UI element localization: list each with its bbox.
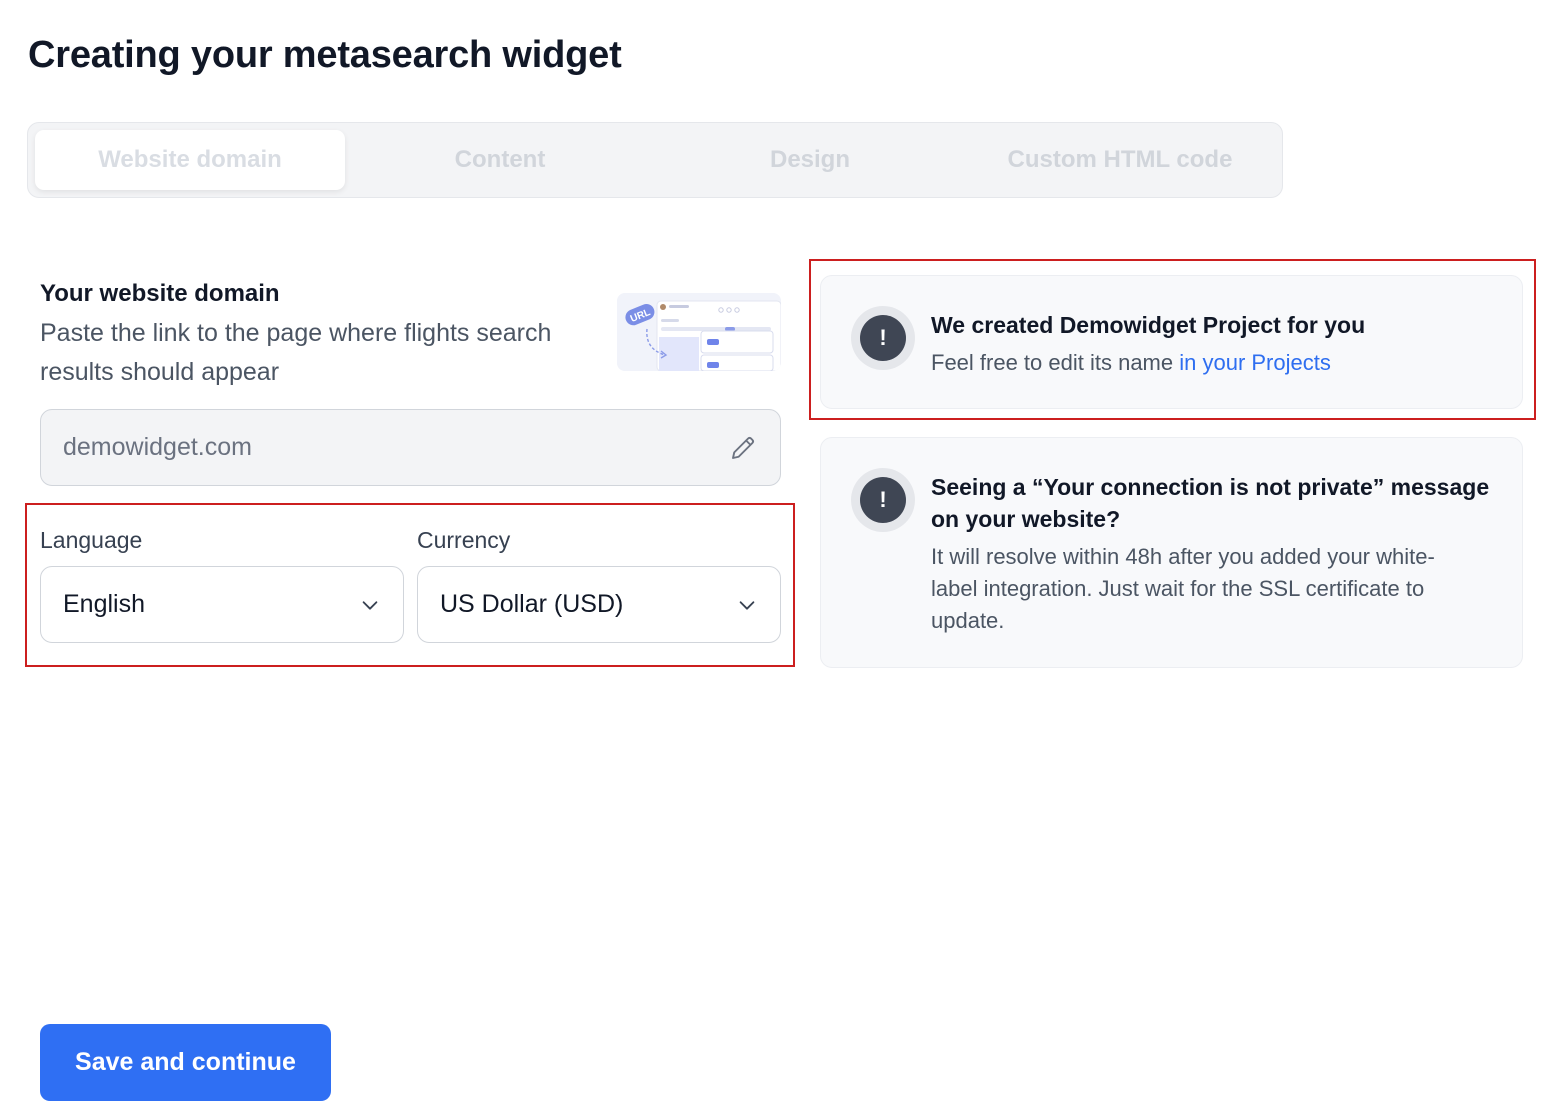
- domain-input[interactable]: [63, 433, 728, 462]
- url-illustration-graphic: URL: [617, 293, 781, 371]
- currency-select[interactable]: US Dollar (USD): [417, 566, 781, 643]
- info-card-project: ! We created Demowidget Project for you …: [820, 275, 1523, 409]
- tab-custom-html-code[interactable]: Custom HTML code: [965, 130, 1275, 190]
- save-and-continue-button[interactable]: Save and continue: [40, 1024, 331, 1101]
- alert-icon: !: [851, 468, 915, 532]
- chevron-down-icon: [362, 600, 378, 610]
- pencil-icon[interactable]: [728, 433, 758, 463]
- info-project-text: Feel free to edit its name in your Proje…: [931, 350, 1331, 375]
- info-card-ssl: ! Seeing a “Your connection is not priva…: [820, 437, 1523, 668]
- currency-value: US Dollar (USD): [440, 590, 624, 618]
- info-ssl-text: It will resolve within 48h after you add…: [931, 544, 1435, 633]
- domain-section-title: Your website domain: [40, 280, 280, 307]
- domain-field[interactable]: [40, 409, 781, 486]
- url-illustration: URL: [617, 293, 781, 371]
- projects-link[interactable]: in your Projects: [1179, 350, 1331, 375]
- alert-icon: !: [851, 306, 915, 370]
- language-label: Language: [40, 527, 143, 553]
- domain-section-description: Paste the link to the page where flights…: [40, 319, 552, 386]
- currency-label: Currency: [417, 527, 511, 553]
- language-value: English: [63, 590, 145, 618]
- tab-website-domain[interactable]: Website domain: [35, 130, 345, 190]
- page-title: Creating your metasearch widget: [28, 34, 622, 76]
- stepper-tabs: Website domain Content Design Custom HTM…: [27, 122, 1283, 198]
- info-ssl-title: Seeing a “Your connection is not private…: [931, 474, 1490, 532]
- chevron-down-icon: [739, 600, 755, 610]
- language-select[interactable]: English: [40, 566, 404, 643]
- info-project-title: We created Demowidget Project for you: [931, 312, 1366, 338]
- page: Creating your metasearch widget Website …: [0, 0, 1544, 1118]
- tab-content[interactable]: Content: [345, 130, 655, 190]
- tab-design[interactable]: Design: [655, 130, 965, 190]
